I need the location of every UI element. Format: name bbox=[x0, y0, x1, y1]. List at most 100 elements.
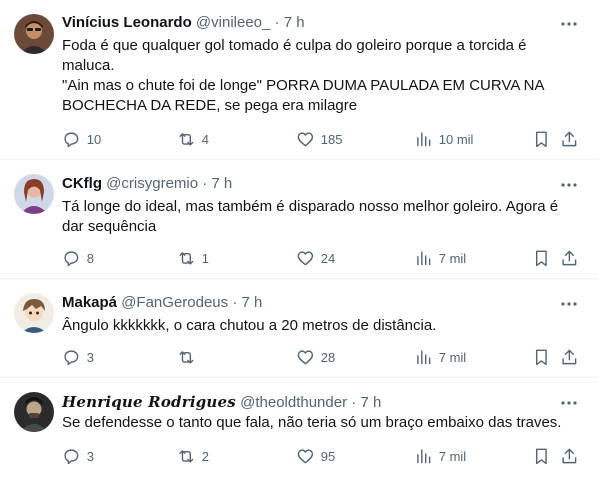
reply-icon bbox=[64, 350, 79, 365]
retweet-button[interactable] bbox=[177, 347, 202, 367]
user-handle[interactable]: @vinileeo_ bbox=[196, 14, 270, 31]
avatar[interactable] bbox=[14, 392, 54, 432]
heart-icon bbox=[297, 251, 314, 265]
views-count: 7 mil bbox=[438, 250, 467, 266]
tweet-text-line: Foda é que qualquer gol tomado é culpa d… bbox=[62, 37, 527, 54]
avatar[interactable] bbox=[14, 14, 54, 54]
share-icon bbox=[562, 448, 577, 463]
bookmark-button[interactable] bbox=[532, 446, 551, 466]
bookmark-button[interactable] bbox=[532, 347, 551, 367]
retweet-icon bbox=[179, 132, 194, 146]
separator-dot: · bbox=[274, 14, 280, 31]
separator-dot: · bbox=[232, 294, 238, 311]
retweet-button[interactable]: 4 bbox=[177, 129, 209, 149]
share-button[interactable] bbox=[560, 248, 579, 268]
share-button[interactable] bbox=[560, 446, 579, 466]
views-button[interactable]: 7 mil bbox=[414, 446, 466, 466]
retweet-button[interactable]: 1 bbox=[177, 248, 209, 268]
reply-button[interactable]: 3 bbox=[62, 446, 94, 466]
views-icon bbox=[417, 132, 431, 146]
reply-feed: Vinícius Leonardo @vinileeo_ · 7 h Foda … bbox=[0, 0, 599, 484]
reply-button[interactable]: 10 bbox=[62, 129, 101, 149]
timestamp[interactable]: 7 h bbox=[360, 394, 381, 411]
retweet-count: 2 bbox=[201, 448, 209, 464]
reply-count: 3 bbox=[86, 349, 94, 365]
bookmark-icon bbox=[535, 349, 547, 365]
reply-count: 10 bbox=[86, 131, 102, 147]
tweet-header: CKflg @crisygremio · 7 h bbox=[62, 174, 232, 194]
reply-button[interactable]: 8 bbox=[62, 248, 94, 268]
reply-button[interactable]: 3 bbox=[62, 347, 94, 367]
user-handle[interactable]: @theoldthunder bbox=[240, 394, 347, 411]
tweet[interactable]: Makapá @FanGerodeus · 7 h Ângulo kkkkkkk… bbox=[0, 280, 599, 378]
bookmark-icon bbox=[535, 250, 547, 266]
action-bar: 10 4 185 10 mil bbox=[62, 129, 582, 149]
views-icon bbox=[417, 350, 431, 364]
action-bar: 3 28 7 mil bbox=[62, 347, 582, 367]
more-icon[interactable] bbox=[559, 294, 579, 314]
separator-dot: · bbox=[351, 394, 357, 411]
tweet-text-line: Se defendesse o tanto que fala, não teri… bbox=[62, 414, 562, 431]
reply-count: 3 bbox=[86, 448, 94, 464]
display-name[interactable]: CKflg bbox=[62, 175, 102, 192]
views-button[interactable]: 7 mil bbox=[414, 248, 466, 268]
tweet-text-line: dar sequência bbox=[62, 218, 157, 235]
tweet-text: Tá longe do ideal, mas também é disparad… bbox=[62, 197, 582, 237]
views-count: 7 mil bbox=[438, 448, 467, 464]
retweet-icon bbox=[179, 449, 194, 463]
share-button[interactable] bbox=[560, 129, 579, 149]
tweet[interactable]: Henrique Rodrigues @theoldthunder · 7 h … bbox=[0, 379, 599, 484]
action-bar: 3 2 95 7 mil bbox=[62, 446, 582, 466]
like-button[interactable]: 24 bbox=[296, 248, 335, 268]
display-name[interactable]: Makapá bbox=[62, 294, 117, 311]
retweet-count: 4 bbox=[201, 131, 209, 147]
views-button[interactable]: 7 mil bbox=[414, 347, 466, 367]
retweet-count: 1 bbox=[201, 250, 209, 266]
tweet-header: Makapá @FanGerodeus · 7 h bbox=[62, 293, 262, 313]
bookmark-button[interactable] bbox=[532, 248, 551, 268]
share-icon bbox=[562, 349, 577, 364]
retweet-icon bbox=[179, 350, 194, 364]
like-count: 28 bbox=[320, 349, 336, 365]
like-button[interactable]: 95 bbox=[296, 446, 335, 466]
reply-icon bbox=[64, 449, 79, 464]
tweet-text-line: Tá longe do ideal, mas também é disparad… bbox=[62, 198, 559, 215]
avatar[interactable] bbox=[14, 174, 54, 214]
like-button[interactable]: 28 bbox=[296, 347, 335, 367]
tweet-text: Se defendesse o tanto que fala, não teri… bbox=[62, 413, 582, 433]
timestamp[interactable]: 7 h bbox=[242, 294, 263, 311]
user-handle[interactable]: @FanGerodeus bbox=[121, 294, 228, 311]
retweet-button[interactable]: 2 bbox=[177, 446, 209, 466]
like-button[interactable]: 185 bbox=[296, 129, 342, 149]
heart-icon bbox=[297, 350, 314, 364]
views-icon bbox=[417, 449, 431, 463]
tweet[interactable]: Vinícius Leonardo @vinileeo_ · 7 h Foda … bbox=[0, 0, 599, 160]
display-name[interactable]: Henrique Rodrigues bbox=[62, 393, 236, 411]
share-icon bbox=[562, 131, 577, 146]
like-count: 24 bbox=[320, 250, 336, 266]
like-count: 185 bbox=[320, 131, 343, 147]
timestamp[interactable]: 7 h bbox=[284, 14, 305, 31]
avatar[interactable] bbox=[14, 293, 54, 333]
tweet-text-line: BOCHECHA DA REDE, se pega era milagre bbox=[62, 97, 358, 114]
bookmark-icon bbox=[535, 448, 547, 464]
like-count: 95 bbox=[320, 448, 336, 464]
views-button[interactable]: 10 mil bbox=[414, 129, 473, 149]
timestamp[interactable]: 7 h bbox=[211, 175, 232, 192]
user-handle[interactable]: @crisygremio bbox=[106, 175, 198, 192]
tweet-header: Henrique Rodrigues @theoldthunder · 7 h bbox=[62, 392, 381, 413]
tweet[interactable]: CKflg @crisygremio · 7 h Tá longe do ide… bbox=[0, 161, 599, 279]
reply-count: 8 bbox=[86, 250, 94, 266]
tweet-text: Ângulo kkkkkkk, o cara chutou a 20 metro… bbox=[62, 316, 582, 336]
heart-icon bbox=[297, 132, 314, 146]
share-button[interactable] bbox=[560, 347, 579, 367]
more-icon[interactable] bbox=[559, 175, 579, 195]
bookmark-button[interactable] bbox=[532, 129, 551, 149]
more-icon[interactable] bbox=[559, 14, 579, 34]
reply-icon bbox=[64, 251, 79, 266]
display-name[interactable]: Vinícius Leonardo bbox=[62, 14, 192, 31]
more-icon[interactable] bbox=[559, 393, 579, 413]
tweet-text-line: maluca. bbox=[62, 57, 115, 74]
action-bar: 8 1 24 7 mil bbox=[62, 248, 582, 268]
heart-icon bbox=[297, 449, 314, 463]
